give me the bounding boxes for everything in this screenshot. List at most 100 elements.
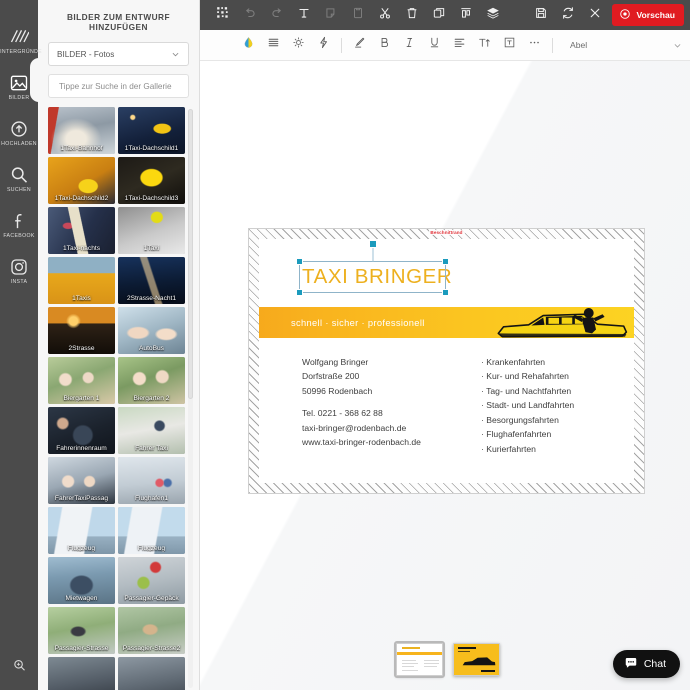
upload-cloud-icon [9, 119, 29, 139]
sidebar-label-facebook: FACEBOOK [3, 233, 35, 240]
undo-icon [243, 6, 257, 25]
sidebar-item-suchen[interactable]: SUCHEN [0, 156, 38, 202]
resize-handle-bottom-left[interactable] [296, 289, 303, 296]
list-item[interactable]: 1Taxi-Bahnhof [48, 107, 115, 154]
text-button[interactable] [290, 0, 317, 30]
list-item[interactable]: Flugzeug [118, 507, 185, 554]
resize-handle-top-left[interactable] [296, 258, 303, 265]
paste-button[interactable] [344, 0, 371, 30]
list-item[interactable]: 2Strasse-Nacht1 [118, 257, 185, 304]
layers-button[interactable] [479, 0, 506, 30]
list-item-label: Passagier-Strasse2 [122, 645, 181, 652]
gallery-search-box[interactable] [48, 74, 189, 98]
gallery-search-input[interactable] [57, 80, 180, 92]
sidebar-item-hintergruende[interactable]: HINTERGRÜNDE [0, 18, 42, 64]
delete-button[interactable] [398, 0, 425, 30]
cut-button[interactable] [371, 0, 398, 30]
list-item[interactable]: FahrerTaxiPassag [48, 457, 115, 504]
refresh-button[interactable] [554, 0, 581, 30]
underline-button[interactable] [422, 30, 447, 61]
category-select[interactable]: BILDER - Fotos [48, 42, 189, 66]
align-left-button[interactable] [447, 30, 472, 61]
line-spacing-button[interactable] [261, 30, 286, 61]
duplicate-icon [432, 6, 446, 25]
list-item[interactable] [118, 657, 185, 690]
instagram-icon [9, 257, 29, 277]
list-item[interactable]: Biergarten 1 [48, 357, 115, 404]
list-item[interactable]: Passagier-Strasse [48, 607, 115, 654]
text-size-icon [478, 36, 491, 54]
list-item[interactable]: Fahrer Taxi [118, 407, 185, 454]
resize-handle-top-right[interactable] [442, 258, 449, 265]
sidebar-item-hochladen[interactable]: HOCHLADEN [0, 110, 38, 156]
chat-widget-label: Chat [643, 658, 666, 670]
card-artboard[interactable]: TAXI BRINGER schnell · sicher · professi… [259, 239, 634, 483]
color-button[interactable] [236, 30, 261, 61]
contact-gap [302, 398, 421, 406]
list-item[interactable]: Mietwagen [48, 557, 115, 604]
list-item[interactable]: Flughafen1 [118, 457, 185, 504]
list-item[interactable]: 1Taxi [118, 207, 185, 254]
list-item-label: Flugzeug [137, 545, 166, 552]
copy-shape-button[interactable] [317, 0, 344, 30]
list-item[interactable]: AutoBus [118, 307, 185, 354]
sidebar-item-insta[interactable]: INSTA [0, 248, 38, 294]
font-family-select[interactable]: Abel [564, 30, 682, 61]
sidebar-label-hochladen: HOCHLADEN [1, 141, 37, 148]
page-thumb-brand [402, 647, 420, 650]
duplicate-button[interactable] [425, 0, 452, 30]
sidebar-item-facebook[interactable]: FACEBOOK [0, 202, 38, 248]
list-item-label: Fahrerinnenraum [56, 445, 107, 452]
list-item[interactable]: 1Taxi-Dachschild3 [118, 157, 185, 204]
align-button[interactable] [452, 0, 479, 30]
text-frame-button[interactable] [497, 30, 522, 61]
list-item[interactable]: Passagier-Strasse2 [118, 607, 185, 654]
redo-button[interactable] [263, 0, 290, 30]
list-item[interactable]: 1Taxi-Dachschild2 [48, 157, 115, 204]
business-card[interactable]: Beschnittrand TAXI BRINGER schnell · sic… [248, 228, 645, 494]
service-line: · Kurierfahrten [481, 443, 536, 454]
list-item[interactable]: Fahrerinnenraum [48, 407, 115, 454]
effects-button[interactable] [311, 30, 336, 61]
save-button[interactable] [527, 0, 554, 30]
image-gallery[interactable]: 1Taxi-Bahnhof 1Taxi-Dachschild1 1Taxi-Da… [48, 107, 193, 690]
list-item-label: 1Taxi-Dachschild3 [124, 195, 179, 202]
stripes-icon [9, 27, 30, 47]
preview-button[interactable]: Vorschau [612, 4, 684, 26]
list-item[interactable]: 1Taxis [48, 257, 115, 304]
selection-box[interactable] [296, 240, 449, 296]
card-services-block[interactable]: · Krankenfahrten · Kur- und Rehafahrten … [481, 355, 574, 456]
rotate-handle[interactable] [368, 240, 377, 248]
highlighter-button[interactable] [347, 30, 372, 61]
brightness-button[interactable] [286, 30, 311, 61]
design-canvas[interactable]: Beschnittrand TAXI BRINGER schnell · sic… [200, 61, 690, 690]
list-item[interactable]: Passagier-Gepäck [118, 557, 185, 604]
more-options-button[interactable] [522, 30, 547, 61]
list-item[interactable]: Biergarten 2 [118, 357, 185, 404]
service-line: · Tag- und Nachtfahrten [481, 385, 572, 396]
toolbar-divider [552, 37, 553, 53]
bold-button[interactable] [372, 30, 397, 61]
card-contact-block[interactable]: Wolfgang Bringer Dorfstraße 200 50996 Ro… [302, 355, 421, 450]
list-item[interactable]: 1Taxi-nachts [48, 207, 115, 254]
list-item-label: 1Taxi-Dachschild2 [54, 195, 109, 202]
close-button[interactable] [581, 0, 608, 30]
page-thumbnail-back[interactable] [453, 643, 500, 676]
list-item[interactable] [48, 657, 115, 690]
page-thumbnail-front[interactable] [394, 641, 445, 678]
italic-button[interactable] [397, 30, 422, 61]
resize-handle-bottom-right[interactable] [442, 289, 449, 296]
undo-button[interactable] [236, 0, 263, 30]
contact-line: taxi-bringer@rodenbach.de [302, 422, 407, 433]
chat-widget-button[interactable]: Chat [612, 650, 680, 678]
list-item[interactable]: 1Taxi-Dachschild1 [118, 107, 185, 154]
list-item-label: 1Taxis [72, 295, 91, 302]
list-item[interactable]: Flugzeug [48, 507, 115, 554]
text-size-button[interactable] [472, 30, 497, 61]
text-frame-icon [503, 36, 516, 54]
zoom-icon-button[interactable] [0, 658, 38, 678]
list-item[interactable]: 2Strasse [48, 307, 115, 354]
qr-icon-button[interactable] [209, 0, 236, 30]
gallery-scrollbar[interactable] [188, 109, 193, 688]
gallery-scrollbar-thumb[interactable] [188, 109, 193, 399]
